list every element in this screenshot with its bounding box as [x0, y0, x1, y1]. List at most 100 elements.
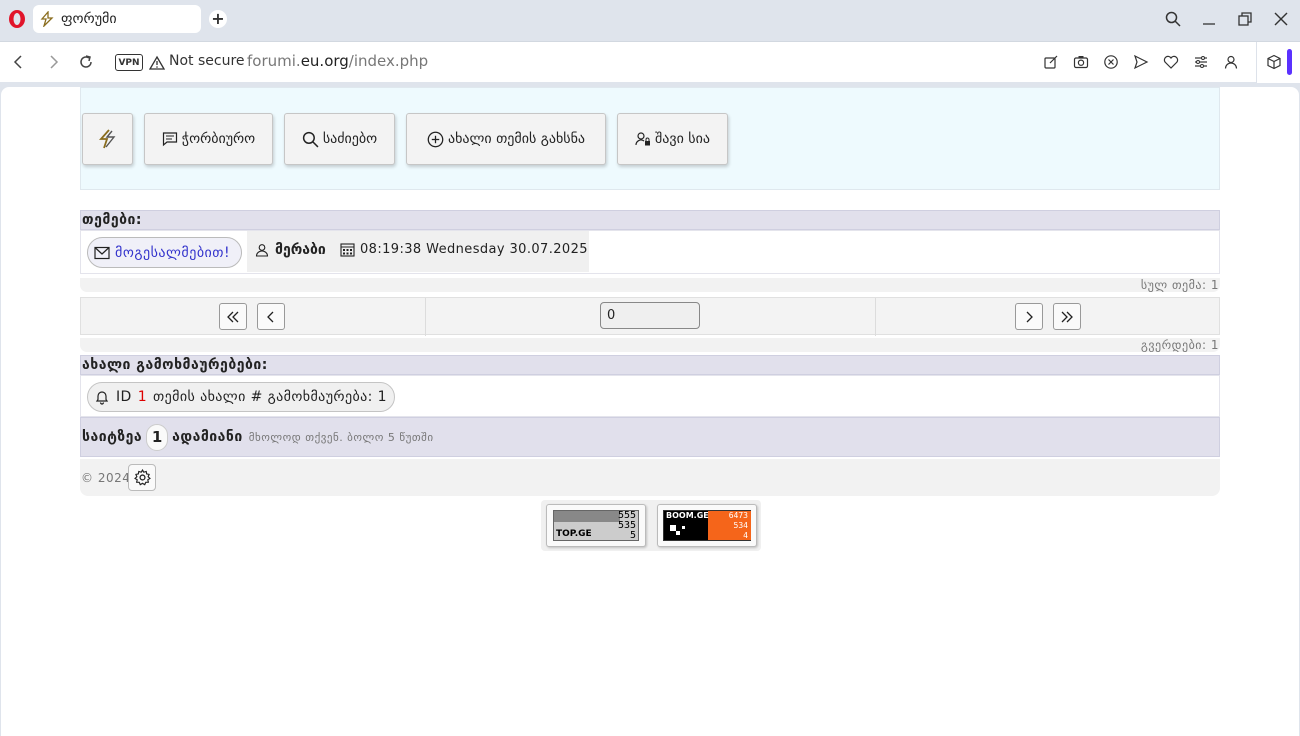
reply-row: ID 1 თემის ახალი # გამოხმაურება: 1	[80, 375, 1220, 417]
topge-bar	[554, 511, 620, 522]
browser-tab-bar: ფორუმი +	[0, 0, 1300, 38]
pagination-bar: 0	[80, 297, 1220, 336]
bell-icon	[95, 391, 109, 405]
pages-total: გვერდები: 1	[80, 338, 1220, 352]
boomge-brand: BOOM.GE	[666, 511, 709, 520]
browser-sidebar	[1256, 42, 1300, 83]
search-label: საძიებო	[322, 131, 378, 147]
chat-bureau-button[interactable]: ჭორბიურო	[144, 113, 273, 165]
calendar-icon	[340, 243, 355, 257]
boomge-value: 6473	[728, 511, 748, 520]
chevron-left-icon	[267, 311, 274, 322]
plus-circle-icon	[427, 131, 444, 147]
adblock-icon[interactable]	[1103, 54, 1119, 70]
url-prefix: forumi.	[247, 52, 301, 70]
prev-page-button[interactable]	[257, 303, 285, 330]
plus-icon: +	[211, 9, 225, 28]
search-icon	[302, 131, 319, 147]
double-chevron-left-icon	[227, 311, 239, 322]
topic-row: მოგესალმებით! მერაბი 08:19:38 Wednesday …	[80, 230, 1220, 274]
security-status[interactable]: Not secure	[169, 53, 245, 69]
topge-badge: 555 535 5 TOP.GE	[553, 510, 639, 541]
reply-text: თემის ახალი # გამოხმაურება: 1	[153, 389, 387, 405]
boomge-badge: BOOM.GE 6473 534 4	[663, 510, 751, 541]
blacklist-label: შავი სია	[655, 131, 710, 147]
vpn-badge[interactable]: VPN	[115, 54, 143, 71]
reply-id[interactable]: 1	[138, 389, 147, 405]
settings-button[interactable]	[128, 464, 156, 491]
send-icon[interactable]	[1133, 54, 1149, 70]
sidebar-accent-bar	[1287, 49, 1292, 75]
topic-author-name: მერაბი	[275, 242, 326, 258]
online-label-before: საიტზეა	[82, 429, 143, 445]
url-path: /index.php	[348, 52, 429, 70]
topic-title: მოგესალმებით!	[115, 244, 231, 261]
next-page-button[interactable]	[1015, 303, 1043, 330]
warning-icon[interactable]	[149, 55, 165, 71]
forum-logo-icon	[98, 129, 115, 149]
reply-notification[interactable]: ID 1 თემის ახალი # გამოხმაურება: 1	[87, 382, 395, 412]
forum-favicon-icon	[40, 11, 54, 27]
gear-icon	[133, 469, 151, 486]
restore-icon[interactable]	[1236, 10, 1254, 28]
extensions-cube-icon[interactable]	[1266, 54, 1282, 70]
topge-brand: TOP.GE	[556, 529, 592, 539]
online-count-badge: 1	[146, 423, 169, 451]
browser-tab-active[interactable]: ფორუმი	[33, 5, 201, 33]
topic-title-link[interactable]: მოგესალმებით!	[87, 237, 242, 268]
new-tab-button[interactable]: +	[209, 10, 227, 28]
home-button[interactable]	[82, 113, 133, 165]
pager-divider	[875, 298, 876, 336]
boomge-value: 534	[733, 521, 748, 530]
counter-badges: 555 535 5 TOP.GE BOOM.GE 6473 534 4	[541, 500, 761, 551]
easy-setup-icon[interactable]	[1193, 54, 1209, 70]
footer: © 2024	[80, 459, 1220, 496]
search-button[interactable]: საძიებო	[284, 113, 395, 165]
topics-heading: თემები:	[80, 210, 1220, 230]
reload-icon[interactable]	[77, 53, 95, 71]
back-icon[interactable]	[9, 53, 27, 71]
close-window-icon[interactable]	[1272, 10, 1290, 28]
envelope-icon	[94, 246, 110, 259]
boomge-pixel	[676, 531, 680, 535]
profile-icon[interactable]	[1223, 54, 1239, 70]
heart-icon[interactable]	[1163, 54, 1179, 70]
last-page-button[interactable]	[1053, 303, 1081, 330]
blacklist-button[interactable]: შავი სია	[617, 113, 728, 165]
copyright: © 2024	[81, 471, 131, 485]
new-topic-label: ახალი თემის გახსნა	[447, 131, 586, 147]
page-content: ჭორბიურო საძიებო ახალი თემის გახსნა შავი…	[1, 87, 1299, 736]
double-chevron-right-icon	[1061, 311, 1073, 322]
camera-icon[interactable]	[1073, 54, 1089, 70]
first-page-button[interactable]	[219, 303, 247, 330]
topic-date: 08:19:38 Wednesday 30.07.2025	[340, 242, 588, 257]
boomge-counter[interactable]: BOOM.GE 6473 534 4	[657, 504, 757, 547]
chat-icon	[162, 132, 177, 147]
replies-heading: ახალი გამოხმაურებები:	[80, 355, 1220, 375]
boomge-pixel	[682, 526, 685, 529]
search-tabs-icon[interactable]	[1164, 10, 1182, 28]
tab-title: ფორუმი	[61, 11, 117, 27]
url-field[interactable]: forumi.eu.org/index.php	[247, 52, 428, 70]
opera-logo-icon[interactable]	[7, 9, 27, 29]
page-number-input[interactable]: 0	[600, 302, 700, 329]
reply-id-prefix: ID	[116, 389, 132, 405]
forward-icon[interactable]	[45, 53, 63, 71]
topge-counter[interactable]: 555 535 5 TOP.GE	[546, 504, 646, 547]
address-bar: VPN Not secure forumi.eu.org/index.php	[0, 41, 1300, 83]
pager-divider	[425, 298, 426, 336]
chevron-right-icon	[1026, 311, 1033, 322]
topic-author[interactable]: მერაბი	[255, 242, 326, 258]
topics-total: სულ თემა: 1	[80, 278, 1220, 292]
online-users-bar: საიტზეა 1 ადამიანი მხოლოდ თქვენ. ბოლო 5 …	[80, 417, 1220, 457]
share-icon[interactable]	[1043, 54, 1059, 70]
topic-meta: მერაბი 08:19:38 Wednesday 30.07.2025	[247, 231, 589, 272]
topic-datetime: 08:19:38 Wednesday 30.07.2025	[360, 242, 588, 257]
chat-bureau-label: ჭორბიურო	[181, 131, 256, 147]
user-lock-icon	[635, 132, 651, 146]
new-topic-button[interactable]: ახალი თემის გახსნა	[406, 113, 606, 165]
topge-value: 5	[629, 530, 636, 541]
minimize-icon[interactable]	[1200, 10, 1218, 28]
online-note: მხოლოდ თქვენ. ბოლო 5 წუთში	[248, 430, 434, 444]
user-icon	[255, 244, 269, 257]
